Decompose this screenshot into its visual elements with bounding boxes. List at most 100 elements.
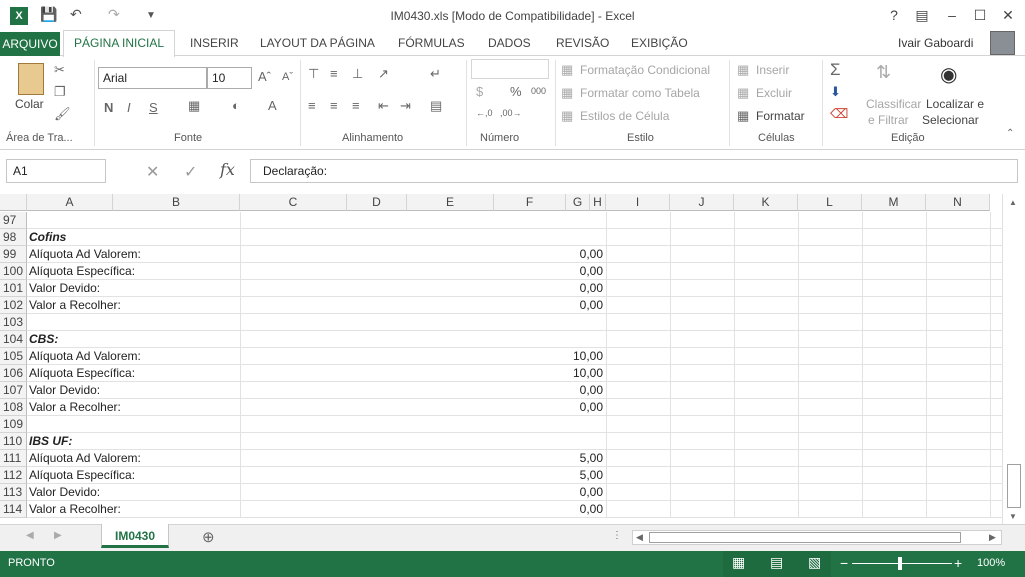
column-header-m[interactable]: M (862, 194, 926, 211)
cell-styles-button[interactable]: Estilos de Célula (580, 109, 669, 123)
sort-filter-button-line2[interactable]: e Filtrar (868, 113, 909, 127)
row-header[interactable]: 112 (0, 467, 27, 484)
column-header-d[interactable]: D (347, 194, 407, 211)
increase-indent-icon[interactable]: ⇥ (400, 98, 411, 114)
tab-view[interactable]: EXIBIÇÃO (631, 36, 688, 50)
merge-center-icon[interactable]: ▤ (430, 98, 442, 114)
row-header[interactable]: 113 (0, 484, 27, 501)
shrink-font-icon[interactable]: Aˇ (282, 71, 293, 83)
scroll-thumb[interactable] (1007, 464, 1021, 508)
align-top-icon[interactable]: ⊤ (308, 66, 319, 82)
help-button[interactable]: ? (880, 4, 908, 26)
horizontal-scrollbar[interactable]: ◀ ▶ (632, 530, 1002, 545)
column-header-j[interactable]: J (670, 194, 734, 211)
table-row[interactable]: Valor a Recolher: 0,00 (27, 501, 1002, 518)
row-header[interactable]: 101 (0, 280, 27, 297)
table-row[interactable]: Valor a Recolher: 0,00 (27, 399, 1002, 416)
increase-decimal-icon[interactable]: ←,0 (476, 108, 493, 118)
italic-button[interactable]: I (127, 100, 131, 115)
decrease-indent-icon[interactable]: ⇤ (378, 98, 389, 114)
align-left-icon[interactable]: ≡ (308, 98, 316, 113)
zoom-slider[interactable] (852, 563, 952, 564)
table-row[interactable]: Alíquota Ad Valorem: 5,00 (27, 450, 1002, 467)
maximize-icon[interactable]: ☐ (966, 4, 994, 26)
tab-file[interactable]: ARQUIVO (0, 32, 60, 56)
h-scroll-thumb[interactable] (649, 532, 961, 543)
minimize-icon[interactable]: – (938, 4, 966, 26)
column-header-n[interactable]: N (926, 194, 990, 211)
decrease-decimal-icon[interactable]: ,00→ (500, 108, 522, 118)
table-row[interactable]: Alíquota Específica: 0,00 (27, 263, 1002, 280)
add-sheet-icon[interactable]: ⊕ (202, 528, 215, 546)
column-header-g[interactable]: G (566, 194, 590, 211)
table-row[interactable]: Alíquota Ad Valorem: 10,00 (27, 348, 1002, 365)
wrap-text-icon[interactable]: ↵ (430, 66, 441, 82)
row-header[interactable]: 100 (0, 263, 27, 280)
column-header-h[interactable]: H (590, 194, 606, 211)
normal-view-icon[interactable]: ▦ (732, 554, 745, 571)
spreadsheet-grid[interactable]: A B C D E F G H I J K L M N 97 98 Cofins 99 Alíquota Ad Va… (0, 194, 1002, 524)
table-row[interactable]: CBS: (27, 331, 1002, 348)
table-row[interactable]: IBS UF: (27, 433, 1002, 450)
row-header[interactable]: 111 (0, 450, 27, 467)
align-right-icon[interactable]: ≡ (352, 98, 360, 113)
table-row[interactable]: Alíquota Específica: 5,00 (27, 467, 1002, 484)
scroll-up-icon[interactable]: ▲ (1009, 198, 1017, 207)
table-row[interactable]: Valor Devido: 0,00 (27, 280, 1002, 297)
insert-cells-button[interactable]: Inserir (756, 63, 789, 77)
number-format-select[interactable] (471, 59, 549, 79)
ribbon-display-icon[interactable]: ▤ (908, 4, 936, 26)
table-row[interactable] (27, 314, 1002, 331)
fill-icon[interactable]: ⬇ (830, 84, 841, 100)
row-header[interactable]: 105 (0, 348, 27, 365)
formula-input[interactable]: Declaração: (250, 159, 1018, 183)
tab-home[interactable]: PÁGINA INICIAL (63, 30, 175, 57)
table-row[interactable] (27, 212, 1002, 229)
row-header[interactable]: 102 (0, 297, 27, 314)
insert-function-button[interactable]: fx (220, 160, 235, 179)
tab-data[interactable]: DADOS (488, 36, 531, 50)
zoom-slider-thumb[interactable] (898, 557, 902, 570)
autosum-icon[interactable]: Σ (830, 60, 841, 80)
sort-filter-button-line1[interactable]: Classificar (866, 97, 921, 111)
name-box[interactable]: A1 (6, 159, 106, 183)
table-row[interactable]: Valor a Recolher: 0,00 (27, 297, 1002, 314)
select-all-corner[interactable] (0, 194, 27, 211)
table-row[interactable]: Valor Devido: 0,00 (27, 484, 1002, 501)
close-icon[interactable]: ✕ (994, 4, 1022, 26)
row-header[interactable]: 97 (0, 212, 27, 229)
table-row[interactable] (27, 416, 1002, 433)
column-header-b[interactable]: B (113, 194, 240, 211)
row-header[interactable]: 109 (0, 416, 27, 433)
tab-split-icon[interactable]: ⋮ (612, 530, 622, 541)
currency-icon[interactable]: $ (476, 84, 483, 99)
delete-cells-button[interactable]: Excluir (756, 86, 792, 100)
sheet-tab-im0430[interactable]: IM0430 (101, 524, 169, 548)
fill-color-icon[interactable]: ◐ (232, 98, 240, 113)
tab-formulas[interactable]: FÓRMULAS (398, 36, 465, 50)
zoom-out-icon[interactable]: − (840, 555, 848, 571)
prev-sheet-icon[interactable]: ◀ (26, 530, 34, 541)
cancel-icon[interactable]: ✕ (146, 162, 159, 182)
font-name-select[interactable]: Arial (98, 67, 207, 89)
user-name[interactable]: Ivair Gaboardi (898, 36, 973, 50)
thousands-icon[interactable]: 000 (531, 86, 546, 96)
scroll-left-icon[interactable]: ◀ (636, 532, 643, 543)
row-header[interactable]: 110 (0, 433, 27, 450)
bold-button[interactable]: N (104, 100, 113, 115)
find-select-button-line1[interactable]: Localizar e (926, 97, 984, 111)
column-header-l[interactable]: L (798, 194, 862, 211)
row-header[interactable]: 104 (0, 331, 27, 348)
cut-icon[interactable]: ✂ (54, 62, 65, 78)
row-header[interactable]: 114 (0, 501, 27, 518)
vertical-scrollbar[interactable]: ▲ ▼ (1002, 194, 1025, 524)
clipboard-icon[interactable] (18, 63, 44, 95)
row-header[interactable]: 107 (0, 382, 27, 399)
table-row[interactable]: Cofins (27, 229, 1002, 246)
font-color-icon[interactable]: A (268, 98, 277, 113)
row-header[interactable]: 98 (0, 229, 27, 246)
format-painter-icon[interactable]: 🖌 (54, 106, 71, 122)
row-header[interactable]: 103 (0, 314, 27, 331)
orientation-icon[interactable]: ↗ (378, 66, 389, 82)
copy-icon[interactable]: ❐ (54, 84, 66, 100)
